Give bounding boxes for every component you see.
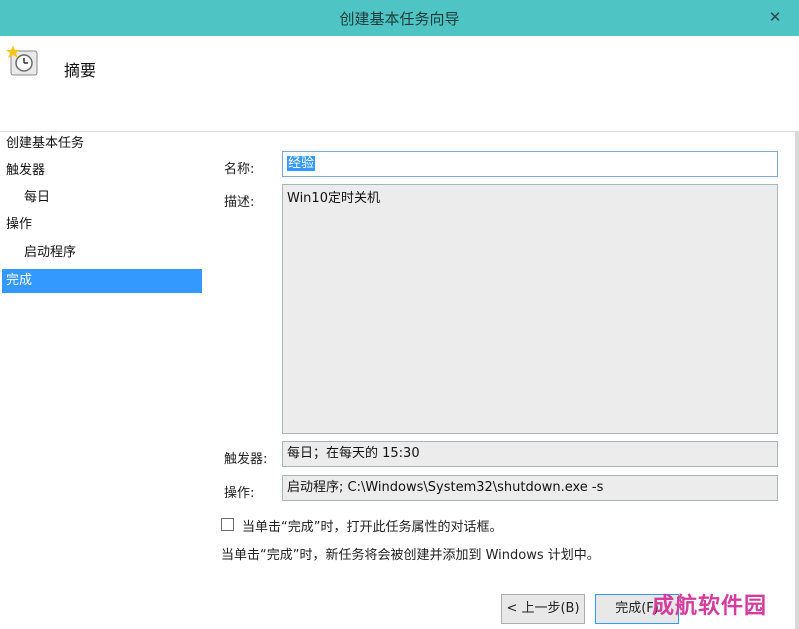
page-heading: 摘要: [64, 61, 97, 80]
name-label: 名称:: [224, 162, 255, 177]
name-value: 经验: [287, 156, 316, 171]
trigger-value: 每日；在每天的 15:30: [287, 446, 420, 461]
step-action[interactable]: 操作: [2, 213, 202, 237]
wizard-steps-sidebar: 创建基本任务 触发器 每日 操作 启动程序 完成: [0, 132, 210, 629]
description-label: 描述:: [224, 195, 255, 210]
open-properties-checkbox[interactable]: [221, 518, 234, 531]
trigger-field: 每日；在每天的 15:30: [282, 441, 778, 467]
title-bar: 创建基本任务向导 ✕: [0, 0, 799, 36]
finish-info-text: 当单击“完成”时，新任务将会被创建并添加到 Windows 计划中。: [221, 548, 600, 563]
description-field[interactable]: Win10定时关机: [282, 184, 778, 434]
action-label: 操作:: [224, 486, 255, 501]
wizard-header: 摘要: [0, 36, 799, 132]
name-field[interactable]: 经验: [282, 151, 778, 177]
step-finish[interactable]: 完成: [2, 269, 202, 293]
action-field: 启动程序; C:\Windows\System32\shutdown.exe -…: [282, 475, 778, 501]
step-start-program[interactable]: 启动程序: [2, 241, 202, 265]
open-properties-label[interactable]: 当单击“完成”时，打开此任务属性的对话框。: [242, 516, 502, 535]
window-title: 创建基本任务向导: [339, 10, 460, 28]
close-icon[interactable]: ✕: [761, 4, 789, 30]
task-scheduler-clock-icon: [6, 45, 38, 76]
step-create-basic-task[interactable]: 创建基本任务: [2, 132, 202, 156]
trigger-label: 触发器:: [224, 452, 268, 467]
watermark-text: 成航软件园: [652, 594, 768, 619]
step-daily[interactable]: 每日: [2, 186, 202, 210]
action-value: 启动程序; C:\Windows\System32\shutdown.exe -…: [287, 480, 604, 495]
step-trigger[interactable]: 触发器: [2, 159, 202, 183]
description-value: Win10定时关机: [287, 191, 380, 206]
back-button[interactable]: < 上一步(B): [501, 594, 585, 624]
window-edge: [795, 132, 799, 629]
